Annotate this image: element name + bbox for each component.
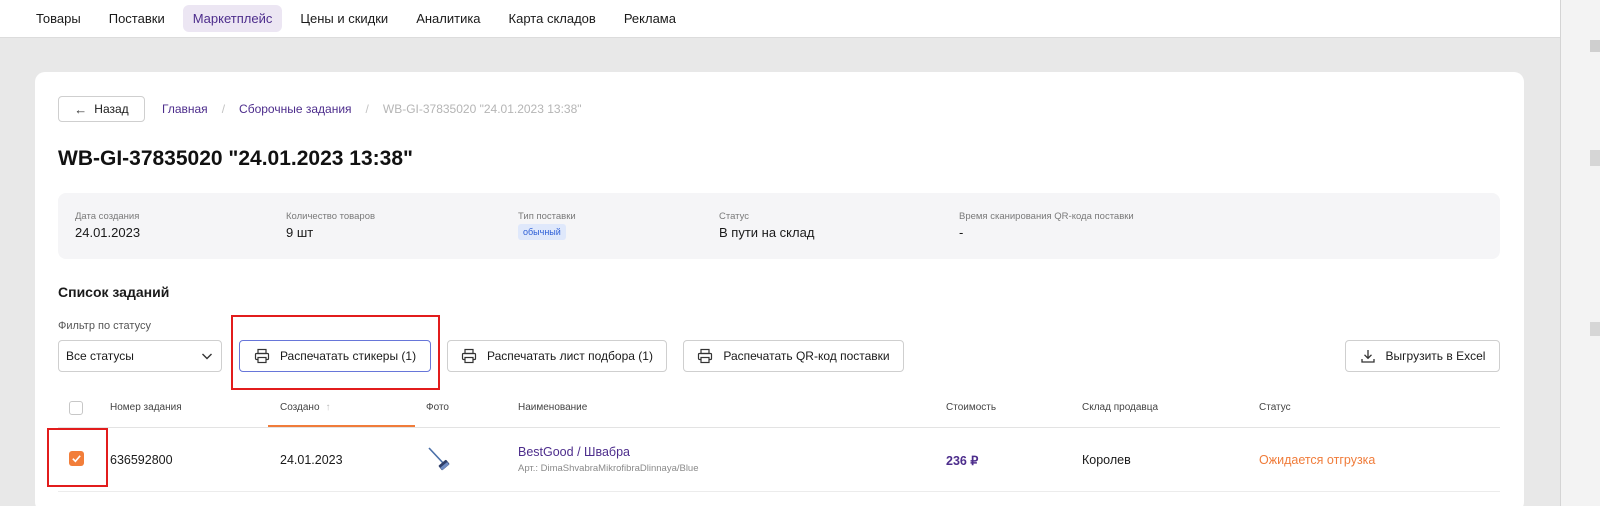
- top-navigation: Товары Поставки Маркетплейс Цены и скидк…: [0, 0, 1560, 38]
- export-excel-button[interactable]: Выгрузить в Excel: [1345, 340, 1500, 372]
- task-warehouse: Королев: [1082, 453, 1131, 467]
- mop-image: [428, 447, 450, 471]
- info-qr-scan-time: Время сканирования QR-кода поставки -: [959, 211, 1134, 240]
- breadcrumb-assembly-tasks[interactable]: Сборочные задания: [239, 102, 352, 116]
- tasks-section-title: Список заданий: [58, 284, 170, 300]
- info-status: Статус В пути на склад: [719, 211, 814, 240]
- column-header-created-label: Создано: [280, 402, 320, 413]
- task-created-date: 24.01.2023: [280, 453, 343, 467]
- column-header-warehouse[interactable]: Склад продавца: [1082, 402, 1158, 413]
- nav-item-marketplace[interactable]: Маркетплейс: [182, 5, 283, 32]
- nav-item-prices[interactable]: Цены и скидки: [290, 5, 398, 32]
- row-checkbox-checked[interactable]: [69, 451, 84, 466]
- product-cell: BestGood / Швабра Арт.: DimaShvabraMikro…: [518, 445, 699, 474]
- column-header-number[interactable]: Номер задания: [110, 402, 182, 413]
- breadcrumb-separator: /: [365, 102, 369, 116]
- nav-item-analytics[interactable]: Аналитика: [406, 5, 490, 32]
- supply-info-panel: Дата создания 24.01.2023 Количество това…: [58, 193, 1500, 259]
- back-button-label: Назад: [94, 102, 129, 116]
- info-quantity-value: 9 шт: [286, 225, 314, 240]
- info-quantity-label: Количество товаров: [286, 211, 376, 222]
- side-scrollbar-strip[interactable]: [1560, 0, 1600, 506]
- supply-type-badge: обычный: [518, 224, 566, 240]
- info-qr-scan-label: Время сканирования QR-кода поставки: [959, 211, 1134, 222]
- checkmark-icon: [72, 455, 81, 463]
- print-stickers-button[interactable]: Распечатать стикеры (1): [239, 340, 431, 372]
- info-quantity: Количество товаров 9 шт: [286, 211, 375, 240]
- product-photo[interactable]: [424, 444, 454, 474]
- column-header-created[interactable]: Создано ↑: [280, 402, 331, 413]
- breadcrumb-separator: /: [221, 102, 226, 116]
- back-button[interactable]: ← Назад: [58, 96, 145, 122]
- table-row[interactable]: 636592800 24.01.2023 BestGood / Швабра А…: [58, 428, 1500, 492]
- arrow-left-icon: ←: [74, 101, 88, 117]
- column-header-cost[interactable]: Стоимость: [946, 402, 996, 413]
- active-sort-indicator: [268, 425, 415, 427]
- page-title: WB-GI-37835020 "24.01.2023 13:38": [58, 147, 413, 170]
- select-all-checkbox[interactable]: [69, 401, 83, 415]
- column-header-photo: Фото: [426, 402, 449, 413]
- print-qr-code-button[interactable]: Распечатать QR-код поставки: [683, 340, 904, 372]
- column-header-status[interactable]: Статус: [1259, 402, 1291, 413]
- nav-item-products[interactable]: Товары: [26, 5, 91, 32]
- info-status-label: Статус: [719, 211, 750, 222]
- download-icon: [1360, 350, 1375, 363]
- info-created-label: Дата создания: [75, 211, 140, 222]
- status-filter-select[interactable]: Все статусы: [58, 340, 222, 372]
- print-pick-list-button[interactable]: Распечатать лист подбора (1): [447, 340, 667, 372]
- product-name-link[interactable]: BestGood / Швабра: [518, 445, 699, 459]
- info-supply-type: Тип поставки обычный: [518, 211, 576, 240]
- info-supply-type-label: Тип поставки: [518, 211, 576, 222]
- info-created-value: 24.01.2023: [75, 225, 141, 240]
- breadcrumb: Главная / Сборочные задания / WB-GI-3783…: [162, 102, 582, 116]
- chevron-down-icon: [202, 353, 212, 360]
- nav-item-supplies[interactable]: Поставки: [99, 5, 175, 32]
- export-excel-label: Выгрузить в Excel: [1385, 349, 1486, 363]
- print-pick-list-label: Распечатать лист подбора (1): [487, 349, 653, 363]
- column-header-name[interactable]: Наименование: [518, 402, 587, 413]
- breadcrumb-home[interactable]: Главная: [162, 102, 208, 116]
- scrollbar-segment: [1590, 40, 1600, 52]
- status-filter-value: Все статусы: [66, 349, 134, 363]
- breadcrumb-current: WB-GI-37835020 "24.01.2023 13:38": [382, 102, 582, 116]
- supply-card: ← Назад Главная / Сборочные задания / WB…: [35, 72, 1524, 506]
- print-stickers-label: Распечатать стикеры (1): [279, 349, 417, 363]
- task-number: 636592800: [110, 453, 173, 467]
- product-article: Арт.: DimaShvabraMikrofibraDlinnaya/Blue: [518, 463, 699, 474]
- info-created: Дата создания 24.01.2023: [75, 211, 140, 240]
- task-status: Ожидается отгрузка: [1259, 453, 1376, 467]
- sort-arrow-up-icon[interactable]: ↑: [326, 402, 331, 413]
- tasks-table-header: Номер задания Создано ↑ Фото Наименование…: [58, 392, 1500, 428]
- task-cost: 236 ₽: [946, 454, 979, 468]
- nav-item-warehouse-map[interactable]: Карта складов: [499, 5, 606, 32]
- status-filter-label: Фильтр по статусу: [58, 320, 151, 332]
- scrollbar-segment: [1590, 150, 1600, 166]
- printer-icon: [698, 348, 713, 364]
- scrollbar-segment: [1590, 322, 1600, 336]
- info-qr-scan-value: -: [959, 225, 964, 240]
- printer-icon: [461, 348, 477, 364]
- printer-icon: [254, 348, 270, 364]
- nav-item-ads[interactable]: Реклама: [614, 5, 686, 32]
- print-qr-code-label: Распечатать QR-код поставки: [723, 349, 890, 363]
- info-status-value: В пути на склад: [719, 225, 815, 240]
